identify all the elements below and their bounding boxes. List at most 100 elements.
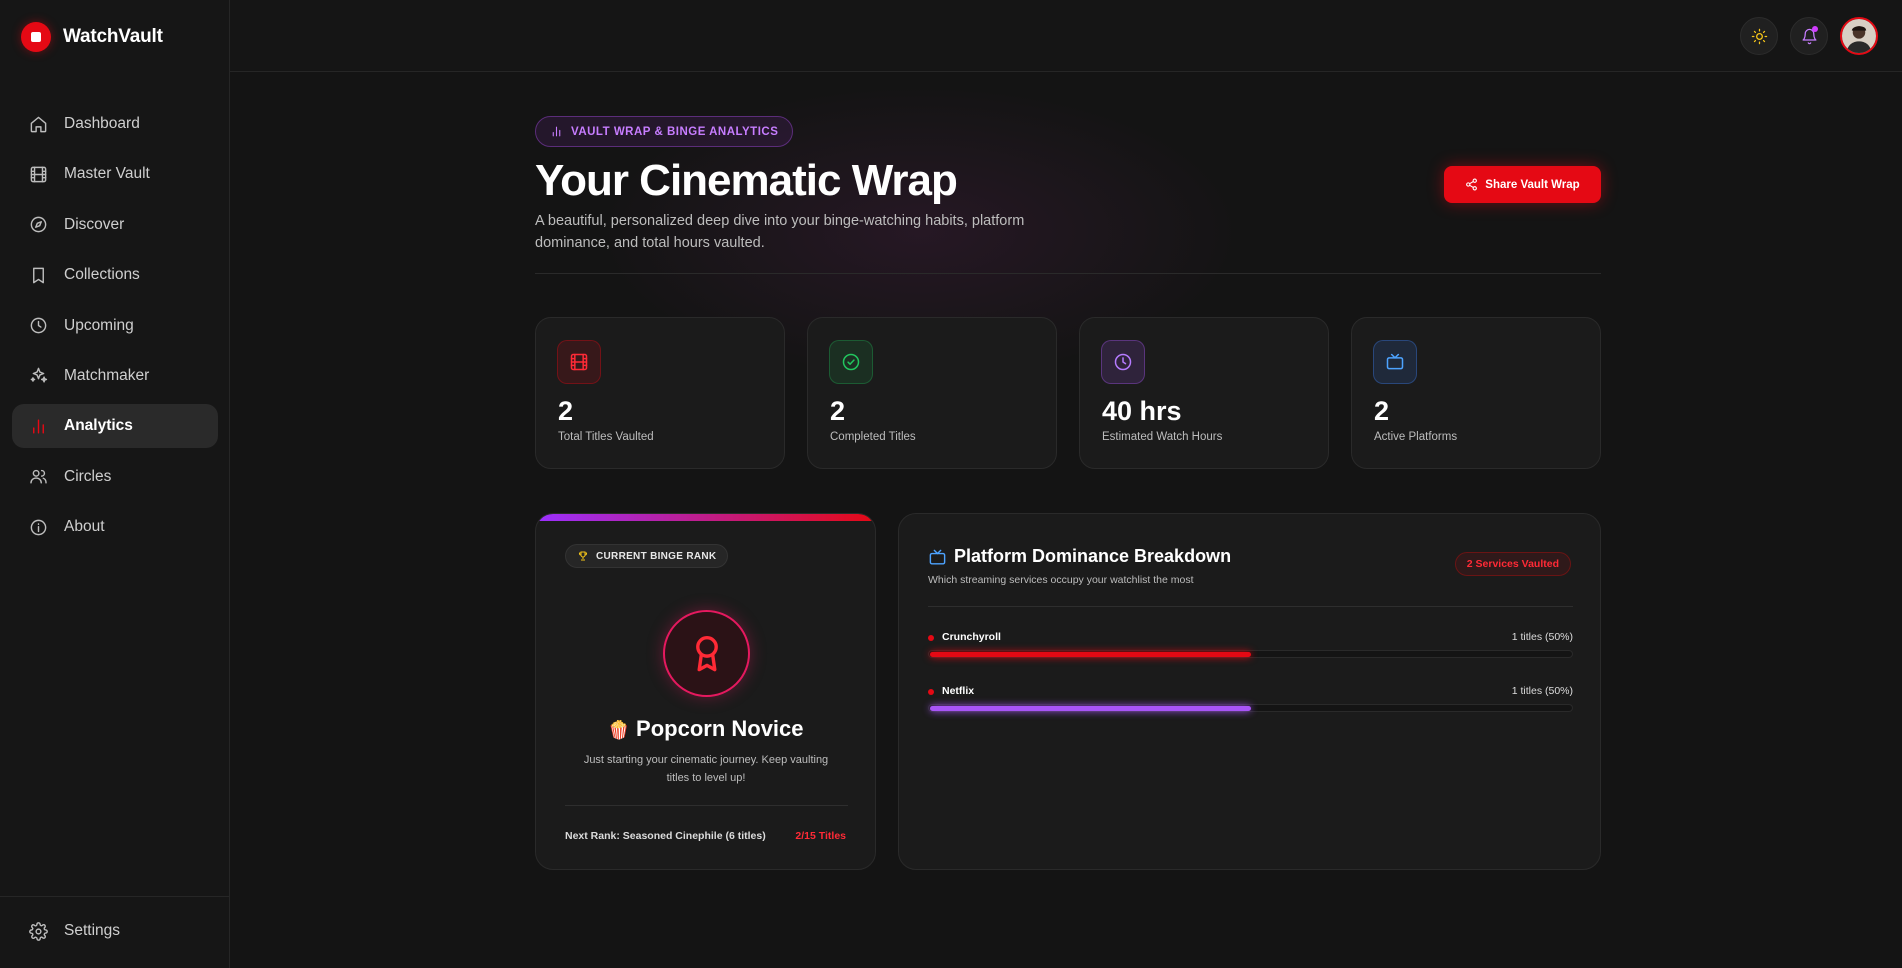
sidebar-item-about[interactable]: About xyxy=(12,505,218,549)
page-title: Your Cinematic Wrap xyxy=(535,156,958,205)
stat-label: Total Titles Vaulted xyxy=(558,431,654,443)
platform-row-crunchyroll: Crunchyroll 1 titles (50%) xyxy=(928,631,1573,667)
sidebar-item-circles[interactable]: Circles xyxy=(12,455,218,499)
platform-row-netflix: Netflix 1 titles (50%) xyxy=(928,685,1573,721)
brand-name: WatchVault xyxy=(63,26,163,47)
tv-icon xyxy=(1386,353,1404,370)
sidebar-item-label: Analytics xyxy=(64,417,133,435)
bar-chart-icon xyxy=(552,126,561,137)
plat-header-icon-wrap xyxy=(928,548,947,567)
sidebar-item-label: Matchmaker xyxy=(64,366,150,384)
home-icon xyxy=(30,116,47,132)
rank-pill: CURRENT BINGE RANK xyxy=(565,544,729,568)
rank-description: Just starting your cinematic journey. Ke… xyxy=(583,754,829,784)
header-divider xyxy=(535,273,1601,274)
platform-card-title: Platform Dominance Breakdown xyxy=(954,546,1232,566)
rank-badge xyxy=(663,610,750,697)
sidebar-item-discover[interactable]: Discover xyxy=(12,203,218,247)
rank-title: 🍿 Popcorn Novice xyxy=(536,716,875,742)
sidebar-item-label: Collections xyxy=(64,266,140,284)
film-icon xyxy=(30,166,47,183)
platform-dot xyxy=(928,689,934,695)
stat-label: Completed Titles xyxy=(830,431,916,443)
section-pill: VAULT WRAP & BINGE ANALYTICS xyxy=(535,116,794,147)
platform-dot xyxy=(928,635,934,641)
sidebar: WatchVault Dashboard Master Vault Discov… xyxy=(0,0,230,968)
brand-logo-icon xyxy=(21,22,51,52)
user-avatar-icon xyxy=(1842,19,1876,53)
sidebar-item-label: Discover xyxy=(64,215,125,233)
sidebar-item-master-vault[interactable]: Master Vault xyxy=(12,152,218,196)
stat-value: 40 hrs xyxy=(1102,396,1182,426)
platform-count: 1 titles (50%) xyxy=(1511,685,1573,697)
brand[interactable]: WatchVault xyxy=(21,21,163,53)
stat-icon-wrap xyxy=(1373,340,1417,384)
share-button-label: Share Vault Wrap xyxy=(1485,178,1580,191)
trophy-icon xyxy=(578,551,588,561)
sidebar-item-label: About xyxy=(64,518,105,536)
sidebar-item-label: Settings xyxy=(64,922,121,939)
rank-title-text: Popcorn Novice xyxy=(636,716,804,741)
rank-divider xyxy=(565,805,848,806)
info-icon xyxy=(30,519,47,535)
main-content: VAULT WRAP & BINGE ANALYTICS Your Cinema… xyxy=(230,72,1902,968)
services-vaulted-badge: 2 Services Vaulted xyxy=(1454,552,1571,576)
bookmark-icon xyxy=(33,267,44,284)
stats-row: 2 Total Titles Vaulted 2 Completed Title… xyxy=(535,317,1601,469)
sparkles-icon xyxy=(30,368,48,383)
stat-icon-wrap xyxy=(829,340,873,384)
tv-icon xyxy=(929,549,946,565)
sidebar-item-label: Upcoming xyxy=(64,316,134,334)
bar-chart-icon xyxy=(33,419,44,434)
stat-card-watch-hours: 40 hrs Estimated Watch Hours xyxy=(1079,317,1329,469)
stat-label: Active Platforms xyxy=(1374,431,1458,443)
award-ribbon-icon xyxy=(695,635,718,671)
clock-icon xyxy=(1114,353,1132,371)
notifications-button[interactable] xyxy=(1790,17,1828,55)
top-actions xyxy=(1740,17,1878,55)
sidebar-item-settings[interactable]: Settings xyxy=(12,909,218,953)
platform-divider xyxy=(928,606,1573,607)
stat-card-completed: 2 Completed Titles xyxy=(807,317,1057,469)
sidebar-item-collections[interactable]: Collections xyxy=(12,253,218,297)
sidebar-item-upcoming[interactable]: Upcoming xyxy=(12,304,218,348)
platform-bar-fill xyxy=(930,652,1251,657)
platform-name: Netflix xyxy=(942,685,975,697)
share-icon xyxy=(1466,178,1478,191)
rank-card-accent-bar xyxy=(536,514,875,521)
sun-icon xyxy=(1751,28,1767,44)
stat-value: 2 xyxy=(1374,396,1390,426)
rank-progress-text: 2/15 Titles xyxy=(795,830,846,842)
platform-name: Crunchyroll xyxy=(942,631,1001,643)
stat-icon-wrap xyxy=(557,340,601,384)
users-icon xyxy=(30,470,47,484)
popcorn-icon: 🍿 xyxy=(607,720,630,740)
theme-toggle-button[interactable] xyxy=(1740,17,1778,55)
stat-icon-wrap xyxy=(1101,340,1145,384)
share-vault-wrap-button[interactable]: Share Vault Wrap xyxy=(1444,166,1601,203)
section-pill-label: VAULT WRAP & BINGE ANALYTICS xyxy=(571,125,779,138)
check-circle-icon xyxy=(842,353,860,371)
avatar[interactable] xyxy=(1840,17,1878,55)
platform-dominance-card: Platform Dominance Breakdown Which strea… xyxy=(898,513,1601,870)
stat-card-total-titles: 2 Total Titles Vaulted xyxy=(535,317,785,469)
platform-count: 1 titles (50%) xyxy=(1511,631,1573,643)
notification-dot xyxy=(1812,26,1818,32)
stat-card-platforms: 2 Active Platforms xyxy=(1351,317,1601,469)
next-rank-text: Next Rank: Seasoned Cinephile (6 titles) xyxy=(565,830,766,842)
compass-icon xyxy=(30,216,47,233)
gear-icon xyxy=(29,921,48,941)
sidebar-item-dashboard[interactable]: Dashboard xyxy=(12,102,218,146)
top-bar xyxy=(230,0,1902,72)
sidebar-item-analytics[interactable]: Analytics xyxy=(12,404,218,449)
stat-label: Estimated Watch Hours xyxy=(1102,431,1223,443)
sidebar-item-matchmaker[interactable]: Matchmaker xyxy=(12,354,218,398)
platform-card-subtitle: Which streaming services occupy your wat… xyxy=(928,574,1194,586)
platform-bar-fill xyxy=(930,706,1251,711)
sidebar-footer: Settings xyxy=(0,896,229,968)
sidebar-item-label: Circles xyxy=(64,467,112,485)
clock-icon xyxy=(30,317,47,334)
sidebar-item-label: Dashboard xyxy=(64,115,140,132)
binge-rank-card: CURRENT BINGE RANK 🍿 Popcorn Novice Just… xyxy=(535,513,876,870)
stat-value: 2 xyxy=(558,396,574,426)
